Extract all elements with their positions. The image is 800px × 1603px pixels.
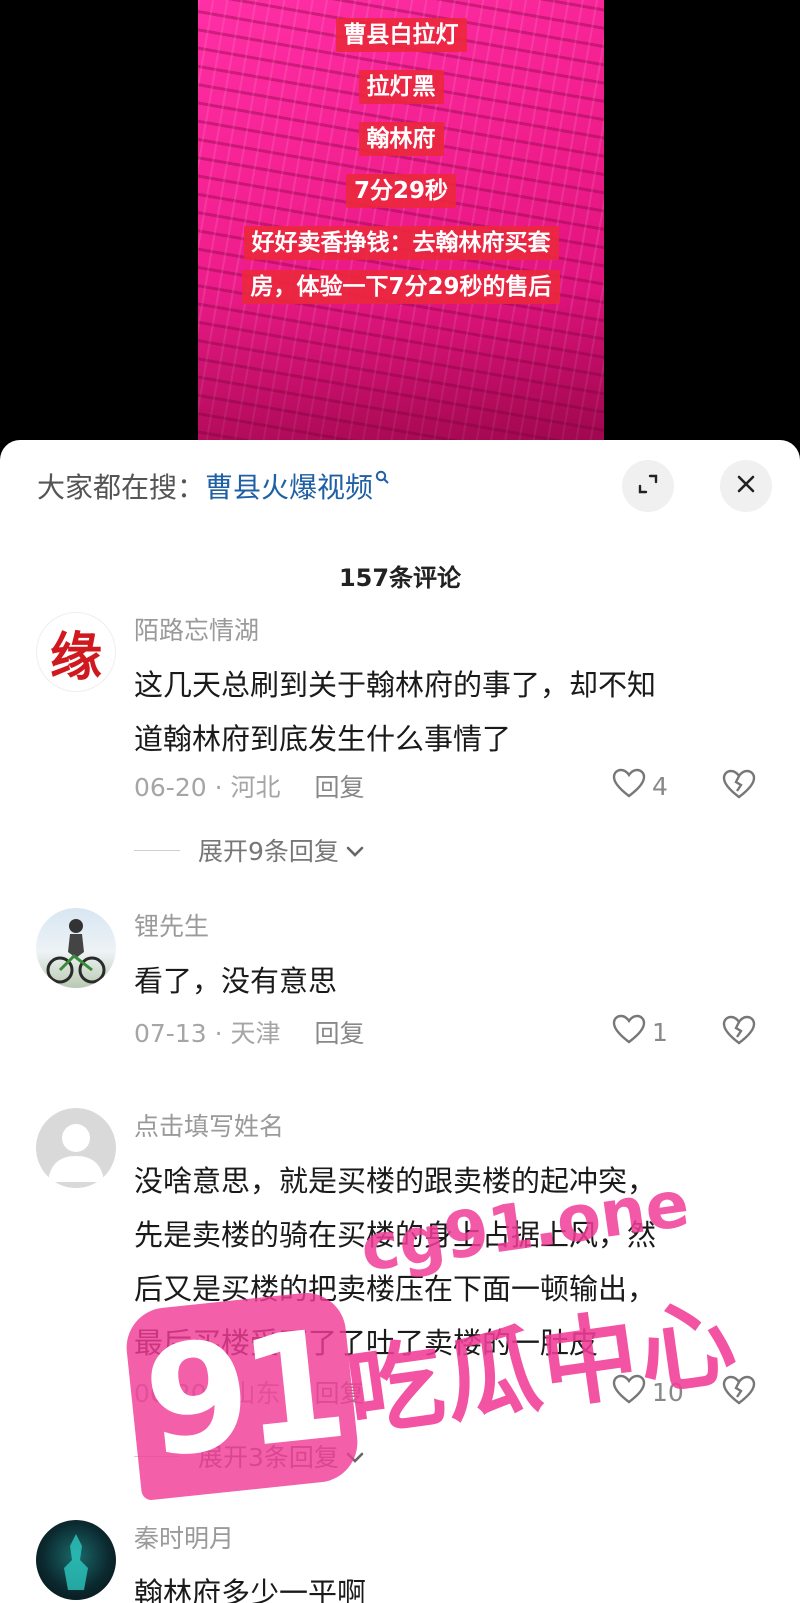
chevron-down-icon [345, 1442, 365, 1471]
avatar[interactable] [36, 1108, 116, 1188]
comment-line: 后又是买楼的把卖楼压在下面一顿输出， [134, 1272, 657, 1306]
like-button[interactable]: 10 [612, 1374, 684, 1410]
search-term-link[interactable]: 曹县火爆视频 [205, 466, 373, 506]
comment-date-location: 06-20 · 河北 [134, 773, 281, 802]
cyclist-image [46, 919, 106, 984]
comment-count: 157条评论 [338, 564, 462, 592]
search-prefix-label: 大家都在搜： [37, 471, 206, 504]
heart-icon [612, 768, 646, 804]
close-button[interactable] [720, 460, 772, 512]
reply-button[interactable]: 回复 [315, 1374, 365, 1410]
caption-line: 拉灯黑 [358, 70, 444, 104]
caption-line: 7分29秒 [345, 174, 456, 208]
avatar[interactable] [36, 1520, 116, 1600]
dislike-button[interactable] [722, 768, 756, 804]
comment-text[interactable]: 看了，没有意思 [134, 954, 754, 1008]
broken-heart-icon [722, 1375, 756, 1409]
broken-heart-icon [722, 1015, 756, 1049]
comment-username[interactable]: 秦时明月 [134, 1522, 234, 1556]
comment-sheet: 大家都在搜： 曹县火爆视频 157条评论 缘 陌路忘情湖 这几天总刷到关于翰林府… [0, 440, 800, 1603]
default-avatar-icon [48, 1124, 104, 1182]
expand-replies-button[interactable]: 展开3条回复 [134, 1438, 365, 1474]
search-icon [375, 469, 389, 488]
comment-username[interactable]: 陌路忘情湖 [134, 614, 259, 648]
comment-text[interactable]: 翰林府多少一平啊 [134, 1566, 754, 1603]
reply-button[interactable]: 回复 [315, 768, 365, 804]
like-button[interactable]: 4 [612, 768, 668, 804]
broken-heart-icon [722, 769, 756, 803]
reply-button[interactable]: 回复 [315, 1014, 365, 1050]
like-count: 4 [652, 771, 668, 801]
comment-meta: 06-20 · 山东 回复 [134, 1374, 365, 1410]
comment-date-location: 06-20 · 山东 [134, 1379, 281, 1408]
divider [134, 849, 180, 851]
comment-text[interactable]: 没啥意思，就是买楼的跟卖楼的起冲突， 先是卖楼的骑在买楼的身上占据上风，然 后又… [134, 1154, 754, 1370]
heart-icon [612, 1014, 646, 1050]
chevron-down-icon [345, 836, 365, 865]
comment-username[interactable]: 锂先生 [134, 910, 209, 944]
video-player[interactable]: 曹县白拉灯 拉灯黑 翰林府 7分29秒 好好卖香挣钱：去翰林府买套 房，体验一下… [0, 0, 800, 470]
avatar-glyph: 缘 [49, 626, 102, 688]
video-captions: 曹县白拉灯 拉灯黑 翰林府 7分29秒 好好卖香挣钱：去翰林府买套 房，体验一下… [198, 18, 604, 304]
expand-replies-label: 展开3条回复 [198, 1443, 339, 1472]
comment-line: 先是卖楼的骑在买楼的身上占据上风，然 [134, 1218, 657, 1252]
expand-replies-button[interactable]: 展开9条回复 [134, 832, 365, 868]
caption-line: 好好卖香挣钱：去翰林府买套 [243, 226, 559, 260]
heart-icon [612, 1374, 646, 1410]
comment-line: 没啥意思，就是买楼的跟卖楼的起冲突， [134, 1164, 657, 1198]
expand-icon [636, 472, 660, 500]
comment-line: 这几天总刷到关于翰林府的事了，却不知 [134, 668, 657, 702]
comment-username[interactable]: 点击填写姓名 [134, 1110, 284, 1144]
comment-line: 最后买楼受不了了吐了卖楼的一肚皮 [134, 1326, 599, 1360]
like-button[interactable]: 1 [612, 1014, 668, 1050]
comment-text[interactable]: 这几天总刷到关于翰林府的事了，却不知 道翰林府到底发生什么事情了 [134, 658, 754, 766]
trending-search[interactable]: 大家都在搜： 曹县火爆视频 [37, 466, 389, 506]
divider [134, 1455, 180, 1457]
video-frame[interactable]: 曹县白拉灯 拉灯黑 翰林府 7分29秒 好好卖香挣钱：去翰林府买套 房，体验一下… [198, 0, 604, 470]
dislike-button[interactable] [722, 1374, 756, 1410]
close-icon [735, 473, 757, 499]
caption-line: 房，体验一下7分29秒的售后 [242, 270, 560, 304]
avatar[interactable]: 缘 [36, 612, 116, 692]
comment-line: 道翰林府到底发生什么事情了 [134, 722, 512, 756]
dislike-button[interactable] [722, 1014, 756, 1050]
like-count: 1 [652, 1017, 668, 1047]
avatar[interactable] [36, 908, 116, 988]
comment-line: 翰林府多少一平啊 [134, 1576, 367, 1603]
comment-meta: 07-13 · 天津 回复 [134, 1014, 365, 1050]
comment-meta: 06-20 · 河北 回复 [134, 768, 365, 804]
expand-replies-label: 展开9条回复 [198, 837, 339, 866]
like-count: 10 [652, 1377, 684, 1407]
caption-line: 曹县白拉灯 [335, 18, 467, 52]
expand-button[interactable] [622, 460, 674, 512]
comment-date-location: 07-13 · 天津 [134, 1019, 281, 1048]
warrior-image [64, 1534, 88, 1590]
comment-line: 看了，没有意思 [134, 964, 338, 998]
caption-line: 翰林府 [358, 122, 444, 156]
